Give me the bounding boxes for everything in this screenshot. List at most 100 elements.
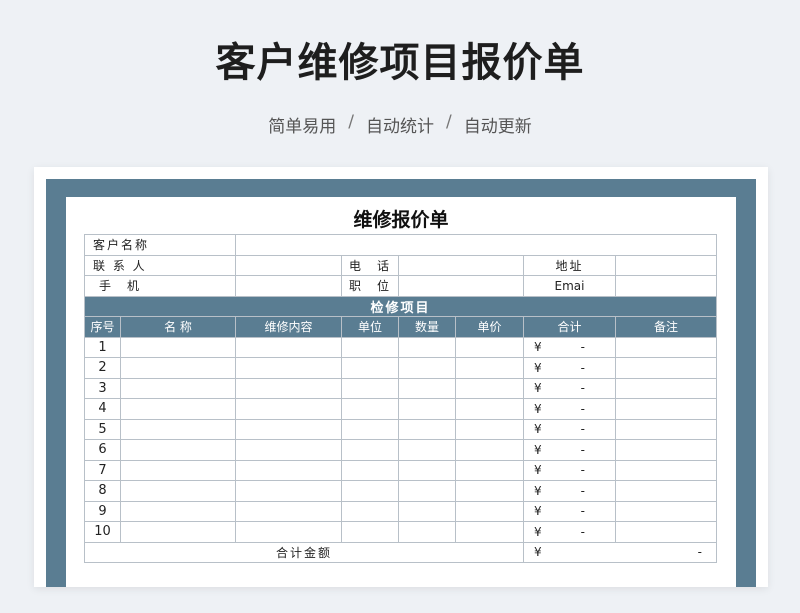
col-header-qty: 数量 [398,316,457,338]
section-title: 检修项目 [83,295,718,317]
item-name-cell[interactable] [119,521,237,543]
subtotal-amount: - [580,442,586,457]
unit-cell[interactable] [341,377,400,399]
table-row: 2 ¥ - [84,357,718,379]
price-cell[interactable] [455,357,525,379]
repair-content-cell[interactable] [235,500,343,522]
unit-cell[interactable] [341,439,400,461]
repair-content-cell[interactable] [235,439,343,461]
item-name-cell[interactable] [119,439,237,461]
price-cell[interactable] [455,439,525,461]
qty-cell[interactable] [398,480,457,502]
qty-cell[interactable] [398,398,457,420]
item-name-cell[interactable] [119,377,237,399]
price-cell[interactable] [455,459,525,481]
customer-name-field[interactable] [235,234,718,256]
col-header-remark: 备注 [615,316,718,338]
price-cell[interactable] [455,398,525,420]
qty-cell[interactable] [398,439,457,461]
row-no: 10 [84,521,121,543]
remark-cell[interactable] [615,500,718,522]
remark-cell[interactable] [615,377,718,399]
unit-cell[interactable] [341,500,400,522]
repair-content-cell[interactable] [235,418,343,440]
currency-symbol: ¥ [534,442,542,457]
currency-symbol: ¥ [534,504,542,519]
repair-content-cell[interactable] [235,357,343,379]
subtotal-cell: ¥ - [523,480,617,502]
row-no: 1 [84,336,121,358]
repair-content-cell[interactable] [235,521,343,543]
currency-symbol: ¥ [534,381,542,396]
repair-content-cell[interactable] [235,459,343,481]
currency-symbol: ¥ [534,401,542,416]
repair-content-cell[interactable] [235,377,343,399]
subtotal-amount: - [580,340,586,355]
qty-cell[interactable] [398,357,457,379]
email-field[interactable] [615,275,718,297]
col-header-name: 名 称 [119,316,237,338]
sheet-title: 维修报价单 [353,209,449,231]
remark-cell[interactable] [615,480,718,502]
subtotal-cell: ¥ - [523,459,617,481]
subtotal-cell: ¥ - [523,521,617,543]
unit-cell[interactable] [341,398,400,420]
unit-cell[interactable] [341,336,400,358]
phone-field[interactable] [398,254,525,276]
remark-cell[interactable] [615,357,718,379]
row-no: 4 [84,398,121,420]
item-name-cell[interactable] [119,357,237,379]
item-name-cell[interactable] [119,480,237,502]
item-name-cell[interactable] [119,500,237,522]
item-name-cell[interactable] [119,398,237,420]
price-cell[interactable] [455,480,525,502]
item-name-cell[interactable] [119,418,237,440]
contact-field[interactable] [235,254,343,276]
price-cell[interactable] [455,418,525,440]
unit-cell[interactable] [341,480,400,502]
feature-auto-stats: 自动统计 [366,117,434,137]
price-cell[interactable] [455,521,525,543]
qty-cell[interactable] [398,377,457,399]
remark-cell[interactable] [615,521,718,543]
item-name-cell[interactable] [119,336,237,358]
unit-cell[interactable] [341,418,400,440]
subtotal-cell: ¥ - [523,398,617,420]
subtotal-cell: ¥ - [523,500,617,522]
remark-cell[interactable] [615,398,718,420]
repair-content-cell[interactable] [235,480,343,502]
qty-cell[interactable] [398,336,457,358]
unit-cell[interactable] [341,357,400,379]
row-no: 8 [84,480,121,502]
price-cell[interactable] [455,377,525,399]
repair-content-cell[interactable] [235,336,343,358]
table-row: 7 ¥ - [84,459,718,481]
feature-easy: 简单易用 [268,117,337,137]
price-cell[interactable] [455,336,525,358]
col-header-unit: 单位 [341,316,400,338]
total-amount: - [697,545,703,560]
repair-content-cell[interactable] [235,398,343,420]
item-name-cell[interactable] [119,459,237,481]
qty-cell[interactable] [398,521,457,543]
qty-cell[interactable] [398,500,457,522]
unit-cell[interactable] [341,459,400,481]
remark-cell[interactable] [615,439,718,461]
mobile-field[interactable] [235,275,343,297]
col-header-no: 序号 [84,316,121,338]
remark-cell[interactable] [615,418,718,440]
item-rows: 1 ¥ -2 ¥ -3 ¥ -4 ¥ -5 ¥ -6 ¥ -7 ¥ -8 ¥ -9 ¥ -10 ¥ - [84,336,718,543]
currency-symbol: ¥ [534,483,542,498]
remark-cell[interactable] [615,459,718,481]
table-row: 3 ¥ - [84,377,718,399]
feature-auto-update: 自动更新 [463,117,532,137]
qty-cell[interactable] [398,459,457,481]
remark-cell[interactable] [615,336,718,358]
total-label: 合计金额 [83,541,525,563]
position-field[interactable] [398,275,525,297]
phone-label: 电 话 [341,254,400,276]
qty-cell[interactable] [398,418,457,440]
unit-cell[interactable] [341,521,400,543]
address-field[interactable] [615,254,718,276]
price-cell[interactable] [455,500,525,522]
